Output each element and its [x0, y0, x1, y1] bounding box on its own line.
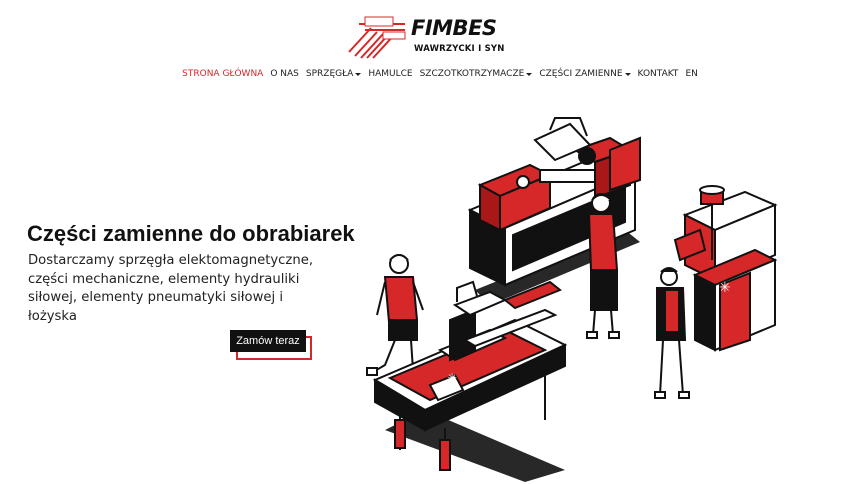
nav-item-clutches[interactable]: SPRZĘGŁA	[305, 69, 362, 79]
caret-down-icon	[355, 73, 362, 76]
nav-item-contact[interactable]: KONTAKT	[638, 69, 679, 79]
brand-logo[interactable]: FIMBES WAWRZYCKI I SYN	[345, 12, 505, 60]
brand-name: FIMBES	[411, 16, 497, 40]
nav-label: O NAS	[270, 69, 299, 79]
nav-label: SZCZOTKOTRZYMACZE	[419, 69, 525, 79]
hero-title: Części zamienne do obrabiarek	[27, 221, 355, 246]
main-navigation: STRONA GŁÓWNA O NAS SPRZĘGŁA HAMULCE SZC…	[0, 69, 856, 79]
worker-figure	[654, 267, 690, 399]
caret-down-icon	[624, 73, 631, 76]
hero-description: Dostarczamy sprzęgła elektomagnetyczne, …	[28, 253, 314, 324]
logo-mark-icon	[348, 16, 406, 59]
nav-label: EN	[685, 69, 698, 79]
worker-figure	[366, 254, 424, 376]
nav-label: SPRZĘGŁA	[305, 69, 354, 79]
nav-item-language[interactable]: EN	[685, 69, 697, 79]
nav-label: STRONA GŁÓWNA	[182, 69, 264, 79]
workshop-machines-illustration: ✳ ✳	[366, 117, 778, 482]
nav-item-brakes[interactable]: HAMULCE	[368, 69, 412, 79]
nav-item-home[interactable]: STRONA GŁÓWNA	[182, 69, 263, 79]
brand-subtitle: WAWRZYCKI I SYN	[414, 44, 505, 54]
nav-item-about[interactable]: O NAS	[270, 69, 299, 79]
order-now-button[interactable]: Zamów teraz	[230, 330, 306, 352]
nav-item-spare-parts[interactable]: CZĘŚCI ZAMIENNE	[539, 69, 631, 79]
svg-text:✳: ✳	[447, 371, 457, 385]
nav-label: HAMULCE	[368, 69, 413, 79]
svg-text:✳: ✳	[719, 280, 731, 296]
nav-item-brush-holders[interactable]: SZCZOTKOTRZYMACZE	[420, 69, 533, 79]
drill-machine: ✳	[673, 185, 778, 352]
cta-container: Zamów teraz	[230, 330, 312, 360]
nav-label: KONTAKT	[637, 69, 679, 79]
caret-down-icon	[526, 73, 533, 76]
nav-label: CZĘŚCI ZAMIENNE	[539, 69, 623, 79]
